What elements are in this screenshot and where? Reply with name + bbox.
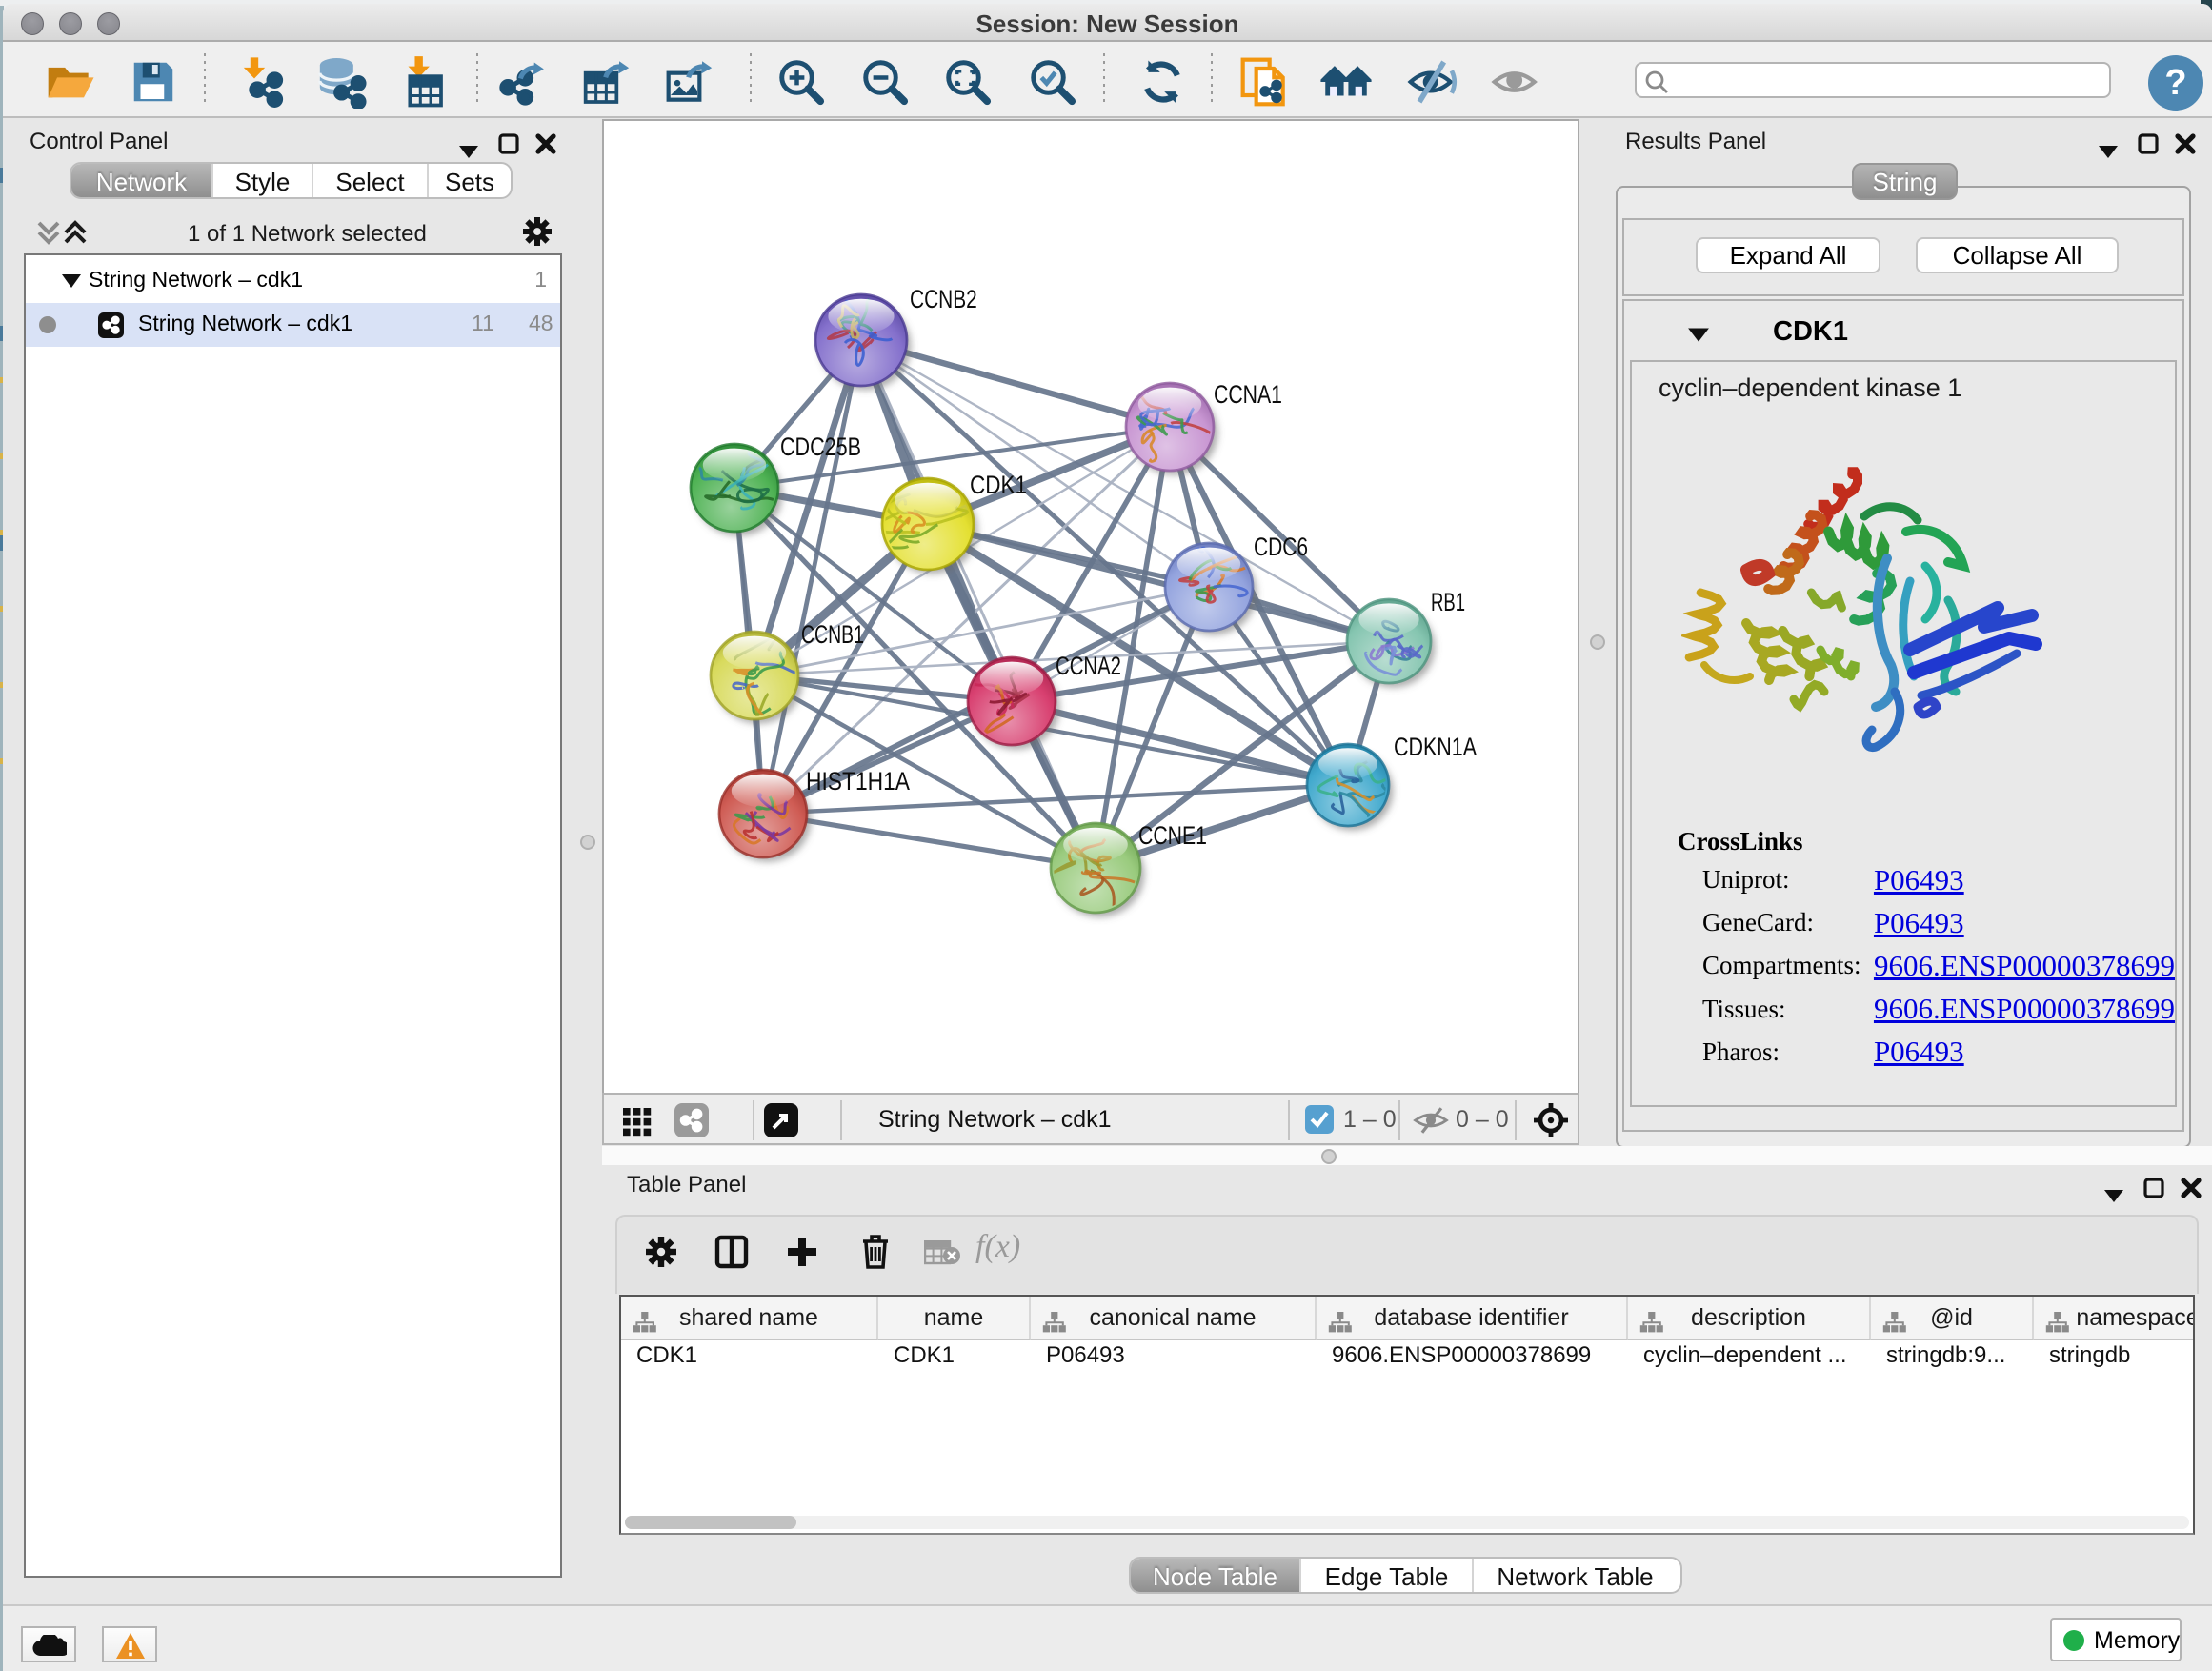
svg-text:CCNA2: CCNA2	[1056, 652, 1121, 680]
svg-text:CDC25B: CDC25B	[780, 433, 861, 461]
svg-text:RB1: RB1	[1431, 588, 1465, 616]
svg-text:CCNA1: CCNA1	[1214, 380, 1282, 409]
svg-text:CDKN1A: CDKN1A	[1394, 733, 1477, 761]
svg-text:CCNE1: CCNE1	[1138, 821, 1207, 850]
svg-text:HIST1H1A: HIST1H1A	[806, 767, 910, 795]
svg-text:CDC6: CDC6	[1254, 533, 1308, 561]
svg-text:CCNB1: CCNB1	[801, 620, 864, 649]
svg-text:CDK1: CDK1	[970, 471, 1027, 499]
svg-text:CCNB2: CCNB2	[910, 285, 977, 313]
